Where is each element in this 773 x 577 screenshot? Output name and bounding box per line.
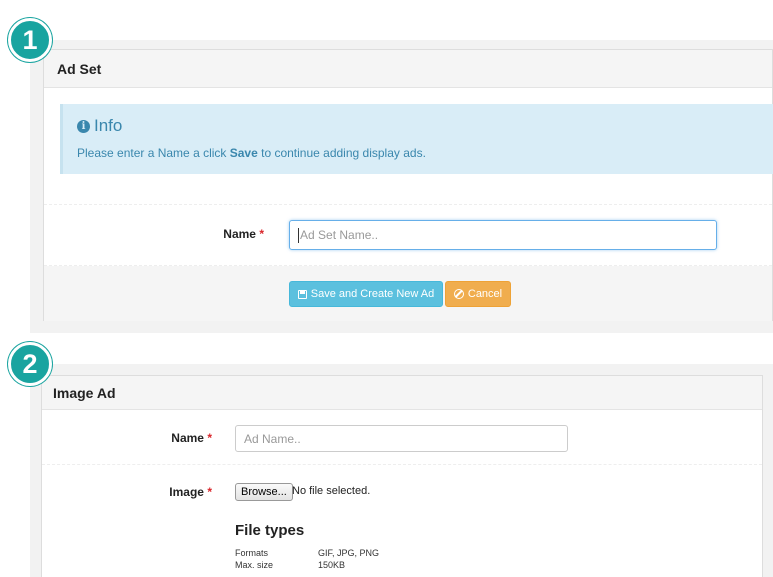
save-button-label: Save and Create New Ad: [310, 288, 435, 300]
divider: [42, 464, 762, 465]
info-title-text: Info: [94, 116, 123, 135]
text-caret: [298, 227, 299, 243]
ad-name-label-text: Name: [171, 431, 204, 445]
info-message-bold: Save: [229, 146, 258, 160]
ad-set-header: Ad Set: [44, 50, 772, 88]
step-badge-1: 1: [8, 18, 52, 62]
file-types-title: File types: [235, 522, 305, 539]
info-title: i Info: [77, 116, 122, 136]
browse-button[interactable]: Browse...: [235, 483, 293, 501]
ad-set-panel: Ad Set i Info Please enter a Name a clic…: [43, 49, 773, 321]
step-badge-2: 2: [8, 342, 52, 386]
max-size-value: 150KB: [318, 560, 346, 570]
ad-set-name-input[interactable]: Ad Set Name..: [289, 220, 717, 250]
ad-set-name-label: Name *: [194, 227, 264, 241]
required-mark: *: [207, 431, 212, 445]
no-file-text: No file selected.: [292, 485, 371, 497]
info-message-end: to continue adding display ads.: [257, 146, 426, 160]
ad-set-name-label-text: Name: [223, 227, 256, 241]
image-ad-panel: Image Ad Name * Ad Name.. Image * Browse…: [41, 375, 763, 577]
floppy-disk-icon: [297, 289, 307, 299]
image-ad-header: Image Ad: [42, 376, 762, 410]
save-and-create-new-ad-button[interactable]: Save and Create New Ad: [289, 281, 443, 307]
image-label: Image *: [142, 485, 212, 499]
cancel-button[interactable]: Cancel: [445, 281, 511, 307]
image-label-text: Image: [169, 485, 204, 499]
info-message: Please enter a Name a click Save to cont…: [77, 146, 426, 160]
ban-icon: [453, 289, 464, 299]
ad-name-input[interactable]: Ad Name..: [235, 425, 568, 452]
required-mark: *: [207, 485, 212, 499]
ad-name-label: Name *: [142, 431, 212, 445]
page: 1 Ad Set i Info Please enter a Name a cl…: [0, 0, 773, 577]
cancel-button-label: Cancel: [467, 288, 503, 300]
info-message-start: Please enter a Name a click: [77, 146, 230, 160]
info-circle-icon: i: [77, 119, 90, 133]
required-mark: *: [259, 227, 264, 241]
divider: [44, 204, 772, 205]
formats-key: Formats: [235, 548, 269, 558]
ad-name-placeholder: Ad Name..: [244, 431, 301, 446]
ad-set-name-placeholder: Ad Set Name..: [300, 228, 379, 242]
max-size-key: Max. size: [235, 560, 274, 570]
formats-value: GIF, JPG, PNG: [318, 548, 380, 558]
info-alert: i Info Please enter a Name a click Save …: [60, 104, 773, 174]
